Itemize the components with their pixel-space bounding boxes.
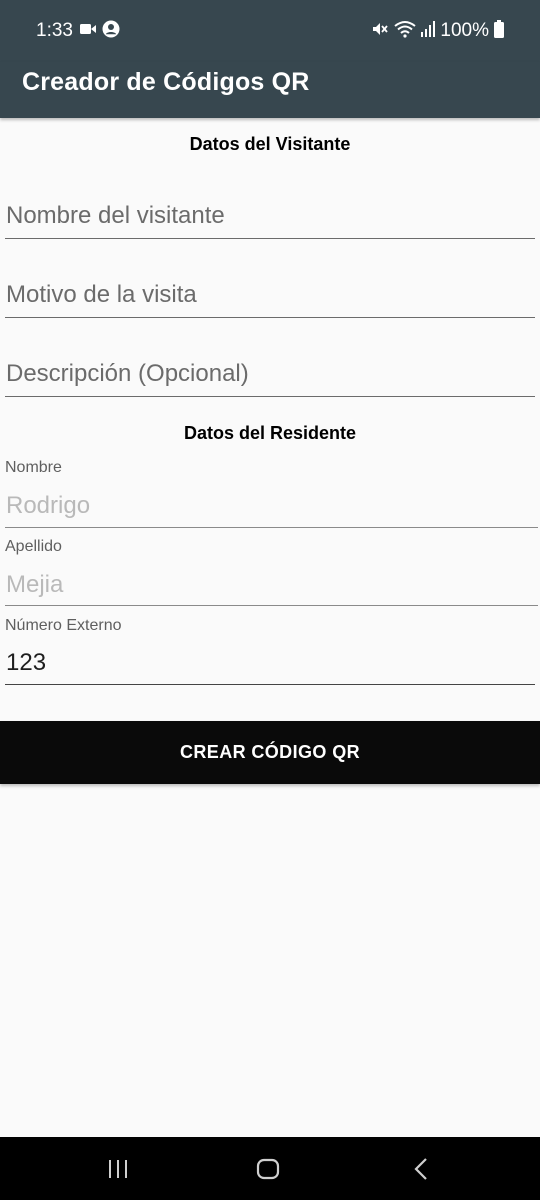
visitor-name-underline [5,238,535,239]
resident-section-title: Datos del Residente [183,423,357,443]
resident-first-name-field[interactable]: Rodrigo [5,487,538,528]
status-bar: 1:33 100% [0,0,540,62]
visitor-name-field[interactable]: Nombre del visitante [5,195,535,239]
resident-first-name-underline [5,527,538,528]
status-time: 1:33 [36,20,73,41]
back-icon[interactable] [406,1155,436,1183]
resident-first-name-label: Nombre [5,459,62,476]
visitor-name-placeholder: Nombre del visitante [6,202,225,229]
external-number-underline [5,684,535,685]
resident-last-name-label: Apellido [5,538,62,555]
external-number-field[interactable]: 123 [5,644,535,685]
status-right: 100% [371,19,504,43]
resident-first-name-value: Rodrigo [6,492,91,519]
video-icon [80,22,96,40]
status-left-icons [80,20,120,42]
recent-apps-icon[interactable] [103,1155,133,1183]
resident-last-name-field[interactable]: Mejia [5,566,538,606]
account-circle-icon [102,20,120,43]
visit-reason-underline [5,317,535,318]
external-number-label: Número Externo [5,617,122,634]
app-title: Creador de Códigos QR [22,68,310,96]
home-icon[interactable] [253,1155,283,1183]
battery-percentage: 100% [440,20,489,41]
resident-last-name-underline [5,605,538,606]
mute-icon [371,20,389,43]
create-qr-button[interactable]: CREAR CÓDIGO QR [0,721,540,784]
visit-reason-placeholder: Motivo de la visita [6,281,197,308]
visitor-section-title: Datos del Visitante [189,134,351,154]
battery-icon [494,19,504,43]
wifi-icon [394,20,417,43]
navigation-bar [0,1137,540,1200]
external-number-value: 123 [6,649,47,676]
description-underline [5,396,535,397]
resident-last-name-value: Mejia [6,571,64,598]
visit-reason-field[interactable]: Motivo de la visita [5,274,535,318]
description-field[interactable]: Descripción (Opcional) [5,353,535,397]
app-bar: Creador de Códigos QR [0,62,540,118]
description-placeholder: Descripción (Opcional) [6,360,249,387]
signal-icon [421,20,436,43]
